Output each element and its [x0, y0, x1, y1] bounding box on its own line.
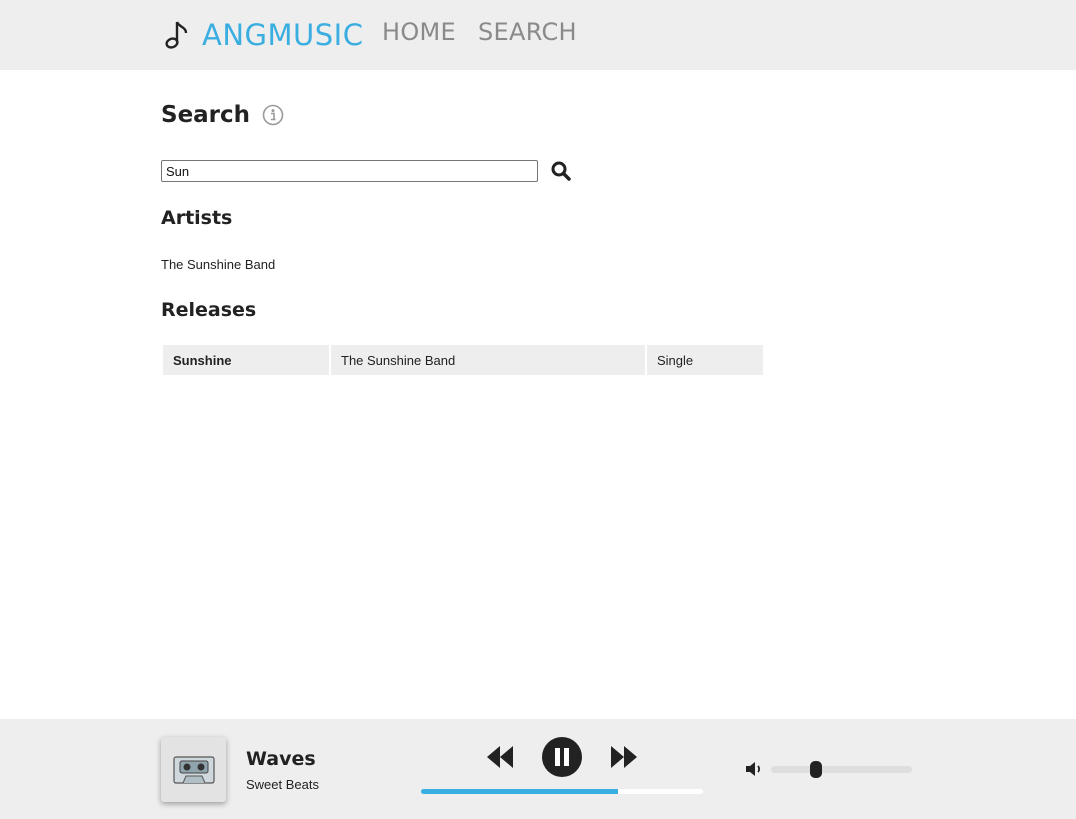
releases-table: Sunshine The Sunshine Band Single	[161, 343, 765, 377]
fast-forward-icon[interactable]	[608, 741, 640, 773]
player-bar: Waves Sweet Beats	[0, 719, 1076, 819]
pause-icon[interactable]	[541, 736, 583, 778]
info-icon[interactable]	[262, 104, 284, 126]
artist-result-link[interactable]: The Sunshine Band	[161, 257, 275, 272]
search-heading: Search	[161, 102, 284, 128]
search-input[interactable]	[161, 160, 538, 182]
artists-heading: Artists	[161, 207, 233, 229]
release-title-cell[interactable]: Sunshine	[163, 345, 329, 375]
progress-fill	[421, 789, 619, 794]
page-title: Search	[161, 102, 251, 128]
rewind-icon[interactable]	[484, 741, 516, 773]
volume-slider[interactable]	[771, 766, 912, 773]
progress-bar[interactable]	[421, 789, 703, 794]
music-note-icon	[161, 18, 191, 52]
volume-slider-thumb[interactable]	[810, 761, 823, 778]
release-artist-cell[interactable]: The Sunshine Band	[331, 345, 645, 375]
track-artist[interactable]: Sweet Beats	[246, 777, 319, 792]
brand-name: ANGMUSIC	[202, 18, 364, 52]
volume-icon[interactable]	[743, 759, 765, 779]
search-icon[interactable]	[549, 159, 573, 183]
top-navbar: ANGMUSIC HOME SEARCH	[0, 0, 1076, 70]
track-title: Waves	[246, 748, 316, 770]
nav-home-link[interactable]: HOME	[382, 18, 456, 46]
brand-logo-link[interactable]: ANGMUSIC	[161, 14, 363, 56]
table-row[interactable]: Sunshine The Sunshine Band Single	[163, 345, 763, 375]
release-type-cell: Single	[647, 345, 763, 375]
releases-heading: Releases	[161, 299, 257, 321]
nav-search-link[interactable]: SEARCH	[478, 18, 577, 46]
cassette-icon	[161, 737, 226, 802]
